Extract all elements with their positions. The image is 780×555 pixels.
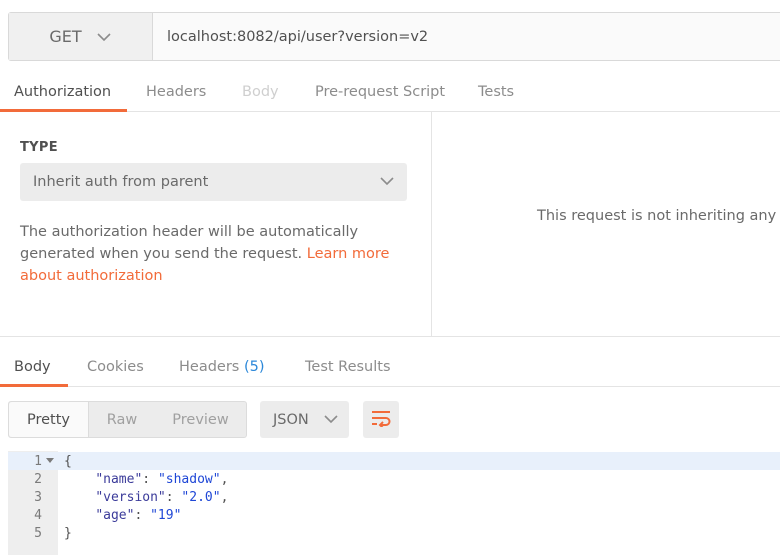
tab-label: Body xyxy=(242,84,279,100)
code-text: { xyxy=(58,454,72,469)
button-label: Preview xyxy=(172,411,229,428)
active-tab-indicator xyxy=(0,384,68,387)
chevron-down-icon xyxy=(323,412,339,428)
json-punct: : xyxy=(134,507,151,523)
auth-type-select[interactable]: Inherit auth from parent xyxy=(20,163,407,201)
tab-headers[interactable]: Headers xyxy=(146,72,206,112)
format-select[interactable]: JSON xyxy=(260,401,349,438)
json-punct: , xyxy=(220,489,229,505)
auth-info-panel: This request is not inheriting any autho… xyxy=(433,112,780,336)
tab-response-headers[interactable]: Headers (5) xyxy=(179,347,265,387)
json-punct: : xyxy=(165,489,182,505)
code-line: 3 "version": "2.0", xyxy=(8,488,780,506)
code-line: 5} xyxy=(8,524,780,542)
request-url-bar: GET localhost:8082/api/user?version=v2 xyxy=(8,12,780,61)
url-input[interactable]: localhost:8082/api/user?version=v2 xyxy=(153,13,780,60)
tab-label: Authorization xyxy=(14,84,112,100)
tab-label: Pre-request Script xyxy=(315,84,446,100)
json-punct: } xyxy=(64,525,72,541)
auth-type-value: Inherit auth from parent xyxy=(33,174,209,190)
code-line: 2 "name": "shadow", xyxy=(8,470,780,488)
json-key: "version" xyxy=(95,489,166,505)
auth-description: The authorization header will be automat… xyxy=(20,221,410,287)
json-punct: : xyxy=(142,471,158,487)
code-text: } xyxy=(58,526,72,541)
json-string: "2.0" xyxy=(181,489,221,505)
chevron-down-icon xyxy=(96,29,112,45)
tab-body[interactable]: Body xyxy=(242,72,279,112)
wrap-lines-button[interactable] xyxy=(363,401,399,438)
button-label: Pretty xyxy=(26,411,70,428)
json-punct xyxy=(64,508,95,523)
json-punct: , xyxy=(220,471,229,487)
tab-test-results[interactable]: Test Results xyxy=(305,347,391,387)
button-label: Raw xyxy=(106,411,138,428)
method-select[interactable]: GET xyxy=(9,13,153,60)
tab-pre-request-script[interactable]: Pre-request Script xyxy=(315,72,445,112)
tab-cookies[interactable]: Cookies xyxy=(87,347,144,387)
response-tabs: Body Cookies Headers (5) Test Results xyxy=(0,347,780,387)
json-key: "name" xyxy=(95,471,143,487)
url-text: localhost:8082/api/user?version=v2 xyxy=(167,28,429,45)
code-text: "version": "2.0", xyxy=(58,490,228,505)
tab-label: Test Results xyxy=(305,359,391,375)
fold-toggle-icon[interactable] xyxy=(42,458,58,464)
json-key: "age" xyxy=(95,507,135,523)
response-body-editor[interactable]: 1{2 "name": "shadow", 3 "version": "2.0",… xyxy=(8,451,780,555)
format-value: JSON xyxy=(273,411,309,428)
code-text: "name": "shadow", xyxy=(58,472,228,487)
auth-inherit-message: This request is not inheriting any autho… xyxy=(537,208,780,224)
chevron-down-icon xyxy=(379,174,395,190)
headers-count-badge: (5) xyxy=(243,359,265,375)
type-label: TYPE xyxy=(20,140,58,155)
line-number: 4 xyxy=(34,507,42,523)
line-number: 3 xyxy=(34,489,42,505)
json-punct xyxy=(64,490,95,505)
tab-label: Headers xyxy=(179,359,240,375)
tab-response-body[interactable]: Body xyxy=(14,347,51,387)
line-number: 5 xyxy=(34,525,42,541)
pretty-button[interactable]: Pretty xyxy=(9,402,89,437)
tab-label: Headers xyxy=(146,84,207,100)
tab-authorization[interactable]: Authorization xyxy=(14,72,111,112)
wrap-lines-icon xyxy=(370,409,392,431)
view-mode-toggle: Pretty Raw Preview xyxy=(8,401,247,438)
section-divider xyxy=(0,336,780,337)
json-punct xyxy=(64,472,95,487)
tab-tests[interactable]: Tests xyxy=(478,72,514,112)
code-line: 1{ xyxy=(8,452,780,470)
code-line: 4 "age": "19" xyxy=(8,506,780,524)
auth-config-panel: TYPE Inherit auth from parent The author… xyxy=(0,112,432,336)
json-string: "19" xyxy=(150,507,182,523)
tab-label: Cookies xyxy=(87,359,144,375)
method-label: GET xyxy=(49,27,82,46)
json-string: "shadow" xyxy=(157,471,221,487)
code-text: "age": "19" xyxy=(58,508,181,523)
line-number: 1 xyxy=(34,453,42,469)
json-punct: { xyxy=(64,453,72,469)
preview-button[interactable]: Preview xyxy=(155,402,246,437)
tab-label: Tests xyxy=(478,84,515,100)
raw-button[interactable]: Raw xyxy=(89,402,155,437)
line-number: 2 xyxy=(34,471,42,487)
request-tabs: Authorization Headers Body Pre-request S… xyxy=(0,72,780,112)
tab-label: Body xyxy=(14,359,51,375)
